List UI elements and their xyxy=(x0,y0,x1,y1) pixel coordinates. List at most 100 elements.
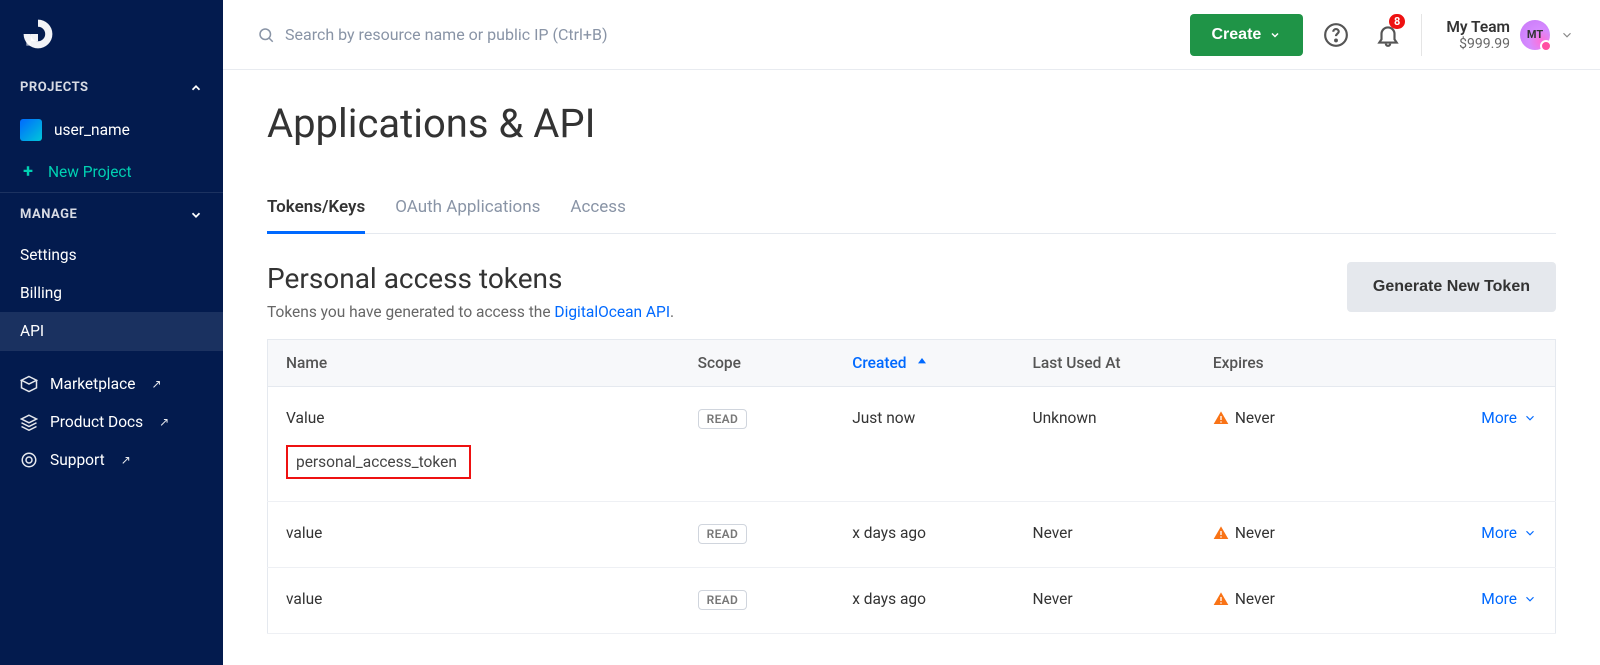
last-used-cell: Unknown xyxy=(1015,387,1195,502)
team-switcher[interactable]: My Team $999.99 MT xyxy=(1436,18,1580,52)
avatar-initials: MT xyxy=(1527,28,1543,41)
external-link-icon: ↗ xyxy=(159,415,169,429)
product-docs-label: Product Docs xyxy=(50,413,143,431)
sidebar-new-project[interactable]: + New Project xyxy=(0,151,223,192)
sidebar-manage-header[interactable]: MANAGE xyxy=(0,193,223,236)
sidebar-project-item[interactable]: user_name xyxy=(0,109,223,151)
chevron-down-icon xyxy=(189,208,203,222)
section-sub-suffix: . xyxy=(670,303,674,321)
team-name: My Team xyxy=(1446,18,1510,36)
divider xyxy=(1421,14,1422,56)
team-balance: $999.99 xyxy=(1446,36,1510,52)
token-name: value xyxy=(268,502,680,568)
row-more-button[interactable]: More xyxy=(1481,590,1537,608)
row-more-button[interactable]: More xyxy=(1481,524,1537,542)
tabs: Tokens/Keys OAuth Applications Access xyxy=(267,189,1556,234)
page-title: Applications & API xyxy=(267,100,1556,147)
th-created-label: Created xyxy=(852,354,906,372)
expires-cell: Never xyxy=(1235,590,1275,608)
help-button[interactable] xyxy=(1317,16,1355,54)
sidebar-item-settings[interactable]: Settings xyxy=(0,236,223,274)
tab-access[interactable]: Access xyxy=(570,189,625,233)
chevron-up-icon xyxy=(189,81,203,95)
projects-header-text: PROJECTS xyxy=(20,80,89,95)
sort-asc-icon xyxy=(914,354,930,370)
th-actions xyxy=(1427,340,1556,387)
sidebar-link-marketplace[interactable]: Marketplace ↗ xyxy=(0,365,223,403)
plus-icon: + xyxy=(20,161,36,182)
expires-cell: Never xyxy=(1235,409,1275,427)
table-row: value READ x days ago Never Never xyxy=(268,502,1556,568)
marketplace-label: Marketplace xyxy=(50,375,135,393)
tokens-table: Name Scope Created Last Used At Expires xyxy=(267,339,1556,634)
sidebar-label-settings: Settings xyxy=(20,246,77,264)
section-subtitle: Tokens you have generated to access the … xyxy=(267,303,674,321)
more-label: More xyxy=(1481,409,1517,427)
topbar: Search by resource name or public IP (Ct… xyxy=(223,0,1600,70)
chevron-down-icon xyxy=(1269,29,1281,41)
token-name: Value xyxy=(286,409,662,427)
last-used-cell: Never xyxy=(1015,568,1195,634)
th-created[interactable]: Created xyxy=(834,340,1014,387)
token-value-highlight[interactable]: personal_access_token xyxy=(286,445,471,479)
api-docs-link[interactable]: DigitalOcean API xyxy=(554,303,670,321)
external-link-icon: ↗ xyxy=(151,377,161,391)
sidebar: PROJECTS user_name + New Project MANAGE … xyxy=(0,0,223,665)
notification-badge: 8 xyxy=(1389,14,1405,29)
scope-badge: READ xyxy=(698,590,747,610)
sidebar-label-api: API xyxy=(20,322,44,340)
section-title: Personal access tokens xyxy=(267,262,674,295)
sidebar-item-api[interactable]: API xyxy=(0,312,223,350)
more-label: More xyxy=(1481,590,1517,608)
box-icon xyxy=(20,375,38,393)
th-scope: Scope xyxy=(680,340,835,387)
sidebar-label-billing: Billing xyxy=(20,284,62,302)
new-project-label: New Project xyxy=(48,163,132,181)
content-area: Applications & API Tokens/Keys OAuth App… xyxy=(223,70,1600,664)
chevron-down-icon xyxy=(1523,526,1537,540)
warning-icon xyxy=(1213,525,1229,541)
lifebuoy-icon xyxy=(20,451,38,469)
sidebar-item-billing[interactable]: Billing xyxy=(0,274,223,312)
scope-badge: READ xyxy=(698,409,747,429)
sidebar-projects-header[interactable]: PROJECTS xyxy=(0,66,223,109)
team-avatar: MT xyxy=(1520,20,1550,50)
row-more-button[interactable]: More xyxy=(1481,409,1537,427)
generate-token-button[interactable]: Generate New Token xyxy=(1347,262,1556,312)
manage-header-text: MANAGE xyxy=(20,207,77,222)
table-row: value READ x days ago Never Never xyxy=(268,568,1556,634)
tab-oauth[interactable]: OAuth Applications xyxy=(395,189,540,233)
sidebar-link-product-docs[interactable]: Product Docs ↗ xyxy=(0,403,223,441)
support-label: Support xyxy=(50,451,105,469)
project-icon xyxy=(20,119,42,141)
notifications-button[interactable]: 8 xyxy=(1369,16,1407,54)
expires-cell: Never xyxy=(1235,524,1275,542)
search-placeholder: Search by resource name or public IP (Ct… xyxy=(285,25,608,44)
search-icon xyxy=(257,26,275,44)
tab-tokens[interactable]: Tokens/Keys xyxy=(267,189,365,234)
created-cell: x days ago xyxy=(834,502,1014,568)
created-cell: Just now xyxy=(834,387,1014,502)
more-label: More xyxy=(1481,524,1517,542)
last-used-cell: Never xyxy=(1015,502,1195,568)
project-name: user_name xyxy=(54,121,130,139)
th-last-used: Last Used At xyxy=(1015,340,1195,387)
warning-icon xyxy=(1213,410,1229,426)
search-input[interactable]: Search by resource name or public IP (Ct… xyxy=(243,25,1176,44)
digitalocean-logo-icon xyxy=(20,16,56,52)
chevron-down-icon xyxy=(1560,28,1574,42)
chevron-down-icon xyxy=(1523,411,1537,425)
create-label: Create xyxy=(1212,26,1262,44)
avatar-status-dot xyxy=(1540,40,1552,52)
layers-icon xyxy=(20,413,38,431)
external-link-icon: ↗ xyxy=(121,453,131,467)
token-name: value xyxy=(268,568,680,634)
sidebar-link-support[interactable]: Support ↗ xyxy=(0,441,223,479)
th-expires: Expires xyxy=(1195,340,1427,387)
help-icon xyxy=(1323,22,1349,48)
table-row: Value personal_access_token READ Just no… xyxy=(268,387,1556,502)
logo[interactable] xyxy=(0,0,223,66)
chevron-down-icon xyxy=(1523,592,1537,606)
section-sub-prefix: Tokens you have generated to access the xyxy=(267,303,554,321)
create-button[interactable]: Create xyxy=(1190,14,1304,56)
